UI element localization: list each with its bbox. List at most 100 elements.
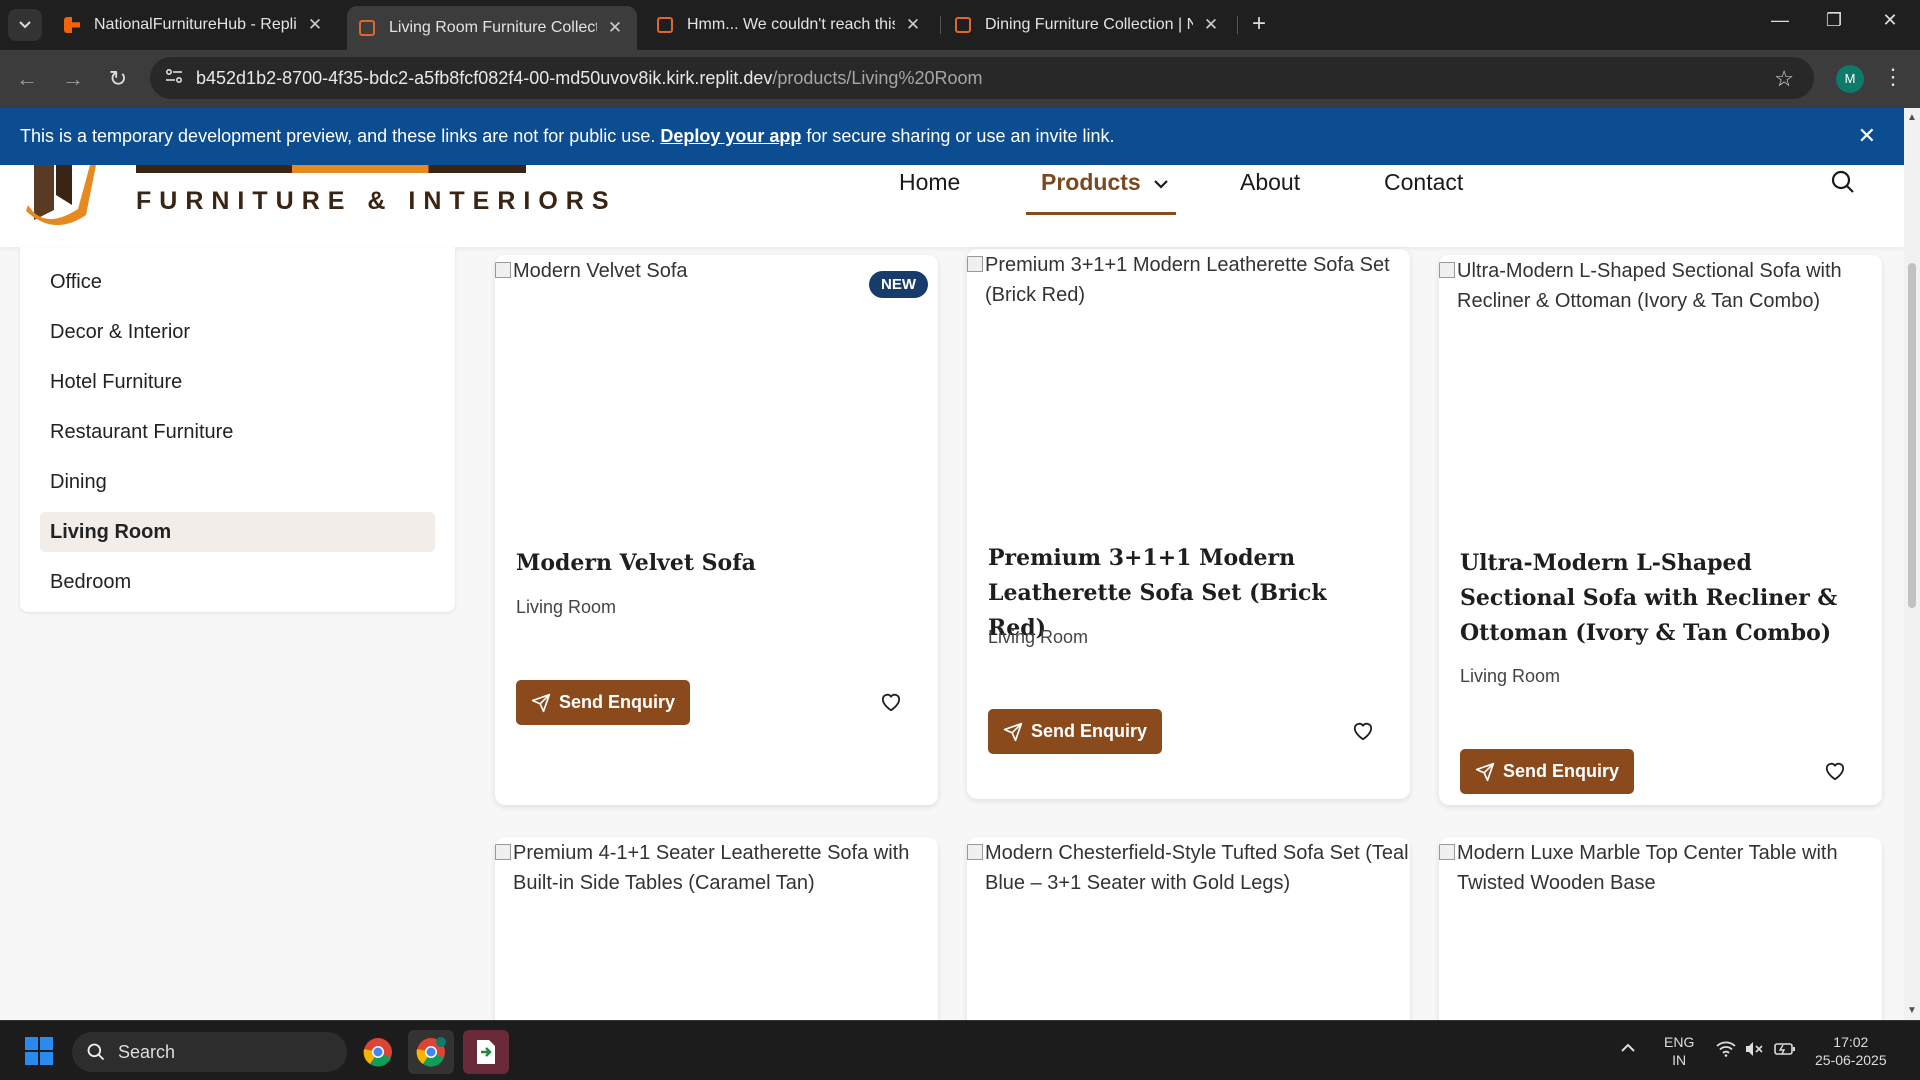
- url-host: b452d1b2-8700-4f35-bdc2-a5fb8fcf082f4-00…: [196, 67, 773, 88]
- nav-about[interactable]: About: [1240, 169, 1300, 196]
- product-card[interactable]: Modern Chesterfield-Style Tufted Sofa Se…: [967, 837, 1410, 1020]
- file-app-icon[interactable]: [463, 1030, 509, 1074]
- close-icon[interactable]: ✕: [1201, 15, 1221, 35]
- tab-separator: [940, 16, 941, 34]
- chrome-profile-app-icon[interactable]: [408, 1030, 454, 1074]
- clock[interactable]: 17:02 25-06-2025: [1815, 1033, 1887, 1069]
- scroll-up-arrow-icon[interactable]: ▲: [1907, 112, 1917, 123]
- sidebar-item-office[interactable]: Office: [40, 262, 435, 302]
- search-icon: [87, 1043, 105, 1061]
- tab-search-button[interactable]: [8, 9, 42, 41]
- broken-image-icon: [967, 256, 983, 272]
- image-alt-text: Modern Chesterfield-Style Tufted Sofa Se…: [985, 842, 1409, 894]
- page-viewport: This is a temporary development preview,…: [0, 108, 1904, 1020]
- sidebar-item-restaurant[interactable]: Restaurant Furniture: [40, 412, 435, 452]
- heart-icon[interactable]: [1352, 721, 1374, 741]
- sidebar-item-decor[interactable]: Decor & Interior: [40, 312, 435, 352]
- page-scrollbar[interactable]: ▲ ▼: [1904, 108, 1920, 1020]
- category-sidebar: Office Decor & Interior Hotel Furniture …: [20, 247, 455, 612]
- back-arrow-icon[interactable]: ←: [12, 66, 42, 92]
- sidebar-item-dining[interactable]: Dining: [40, 462, 435, 502]
- product-image[interactable]: Premium 3+1+1 Modern Leatherette Sofa Se…: [967, 250, 1410, 310]
- product-image[interactable]: Ultra-Modern L-Shaped Sectional Sofa wit…: [1439, 256, 1882, 316]
- dev-preview-banner: This is a temporary development preview,…: [0, 108, 1904, 165]
- battery-icon[interactable]: [1774, 1041, 1796, 1061]
- product-card[interactable]: Modern Velvet Sofa NEW Modern Velvet Sof…: [495, 255, 938, 805]
- url-text: b452d1b2-8700-4f35-bdc2-a5fb8fcf082f4-00…: [196, 68, 983, 89]
- product-image[interactable]: Modern Luxe Marble Top Center Table with…: [1439, 838, 1882, 898]
- windows-start-icon[interactable]: [25, 1037, 53, 1065]
- volume-muted-icon[interactable]: [1744, 1041, 1764, 1061]
- product-card[interactable]: Modern Luxe Marble Top Center Table with…: [1439, 837, 1882, 1020]
- product-card[interactable]: Premium 4-1+1 Seater Leatherette Sofa wi…: [495, 837, 938, 1020]
- sidebar-item-bedroom[interactable]: Bedroom: [40, 562, 435, 602]
- send-icon: [531, 693, 551, 712]
- broken-image-icon: [1439, 262, 1455, 278]
- tab-title: NationalFurnitureHub - Replit: [94, 16, 297, 33]
- scroll-down-arrow-icon[interactable]: ▼: [1907, 1005, 1917, 1016]
- sofa-icon: [359, 20, 375, 36]
- tray-chevron-up-icon[interactable]: [1620, 1039, 1636, 1057]
- sidebar-item-living-room[interactable]: Living Room: [40, 512, 435, 552]
- new-badge: NEW: [869, 271, 928, 298]
- image-alt-text: Modern Luxe Marble Top Center Table with…: [1457, 842, 1838, 894]
- send-enquiry-label: Send Enquiry: [1031, 721, 1148, 741]
- close-icon[interactable]: ✕: [605, 18, 625, 38]
- close-icon[interactable]: ✕: [305, 15, 325, 35]
- product-image[interactable]: Modern Chesterfield-Style Tufted Sofa Se…: [967, 838, 1410, 898]
- product-category: Living Room: [1460, 666, 1561, 686]
- banner-text: This is a temporary development preview,…: [20, 126, 656, 146]
- taskbar-search-label: Search: [118, 1041, 176, 1062]
- sidebar-item-hotel[interactable]: Hotel Furniture: [40, 362, 435, 402]
- restore-button[interactable]: ❐: [1814, 10, 1854, 31]
- close-icon[interactable]: ✕: [1858, 123, 1876, 149]
- new-tab-button[interactable]: +: [1245, 10, 1273, 38]
- region-code: IN: [1672, 1052, 1687, 1068]
- sofa-icon: [955, 17, 971, 33]
- address-bar: ← → ↻ b452d1b2-8700-4f35-bdc2-a5fb8fcf08…: [0, 50, 1920, 108]
- heart-icon[interactable]: [880, 692, 902, 712]
- nav-products[interactable]: Products: [1041, 169, 1169, 196]
- language-indicator[interactable]: ENG IN: [1664, 1033, 1694, 1069]
- url-input[interactable]: b452d1b2-8700-4f35-bdc2-a5fb8fcf082f4-00…: [150, 57, 1814, 99]
- product-category: Living Room: [988, 627, 1089, 647]
- product-card[interactable]: Premium 3+1+1 Modern Leatherette Sofa Se…: [967, 249, 1410, 799]
- browser-menu-icon[interactable]: ⋮: [1882, 64, 1904, 90]
- site-info-icon[interactable]: [158, 68, 190, 88]
- chrome-app-icon[interactable]: [355, 1030, 401, 1074]
- close-window-button[interactable]: ✕: [1870, 10, 1910, 31]
- forward-arrow-icon[interactable]: →: [58, 66, 88, 92]
- active-nav-indicator: [1026, 212, 1176, 215]
- product-image[interactable]: Premium 4-1+1 Seater Leatherette Sofa wi…: [495, 838, 938, 898]
- product-category: Living Room: [516, 597, 617, 617]
- browser-tab[interactable]: Dining Furniture Collection | Na ✕: [943, 6, 1233, 44]
- wifi-icon[interactable]: [1716, 1041, 1736, 1061]
- windows-taskbar: Search ENG IN 17:02 25-06-2025: [0, 1020, 1920, 1080]
- send-enquiry-button[interactable]: Send Enquiry: [988, 709, 1163, 754]
- image-alt-text: Premium 3+1+1 Modern Leatherette Sofa Se…: [985, 254, 1390, 306]
- product-card[interactable]: Ultra-Modern L-Shaped Sectional Sofa wit…: [1439, 255, 1882, 805]
- broken-image-icon: [1439, 844, 1455, 860]
- nav-contact[interactable]: Contact: [1384, 169, 1463, 196]
- taskbar-search[interactable]: Search: [72, 1032, 347, 1072]
- minimize-button[interactable]: —: [1760, 10, 1800, 31]
- bookmark-star-icon[interactable]: ☆: [1774, 66, 1794, 92]
- scrollbar-thumb[interactable]: [1908, 263, 1916, 608]
- deploy-app-link[interactable]: Deploy your app: [660, 126, 801, 147]
- nav-home[interactable]: Home: [899, 169, 960, 196]
- close-icon[interactable]: ✕: [903, 15, 923, 35]
- product-title[interactable]: Modern Velvet Sofa: [516, 546, 916, 581]
- send-enquiry-button[interactable]: Send Enquiry: [1460, 749, 1635, 794]
- heart-icon[interactable]: [1824, 761, 1846, 781]
- browser-tab-active[interactable]: Living Room Furniture Collectio ✕: [347, 6, 637, 50]
- reload-icon[interactable]: ↻: [103, 66, 133, 92]
- broken-image-icon: [967, 844, 983, 860]
- profile-avatar[interactable]: M: [1836, 65, 1864, 93]
- product-title[interactable]: Ultra-Modern L-Shaped Sectional Sofa wit…: [1460, 546, 1860, 651]
- send-icon: [1475, 762, 1495, 781]
- browser-tab[interactable]: Hmm... We couldn't reach this a ✕: [645, 6, 935, 44]
- browser-tab[interactable]: NationalFurnitureHub - Replit ✕: [52, 6, 337, 44]
- brand-logo-icon[interactable]: [24, 165, 104, 227]
- search-icon[interactable]: [1830, 169, 1856, 195]
- send-enquiry-button[interactable]: Send Enquiry: [516, 680, 691, 725]
